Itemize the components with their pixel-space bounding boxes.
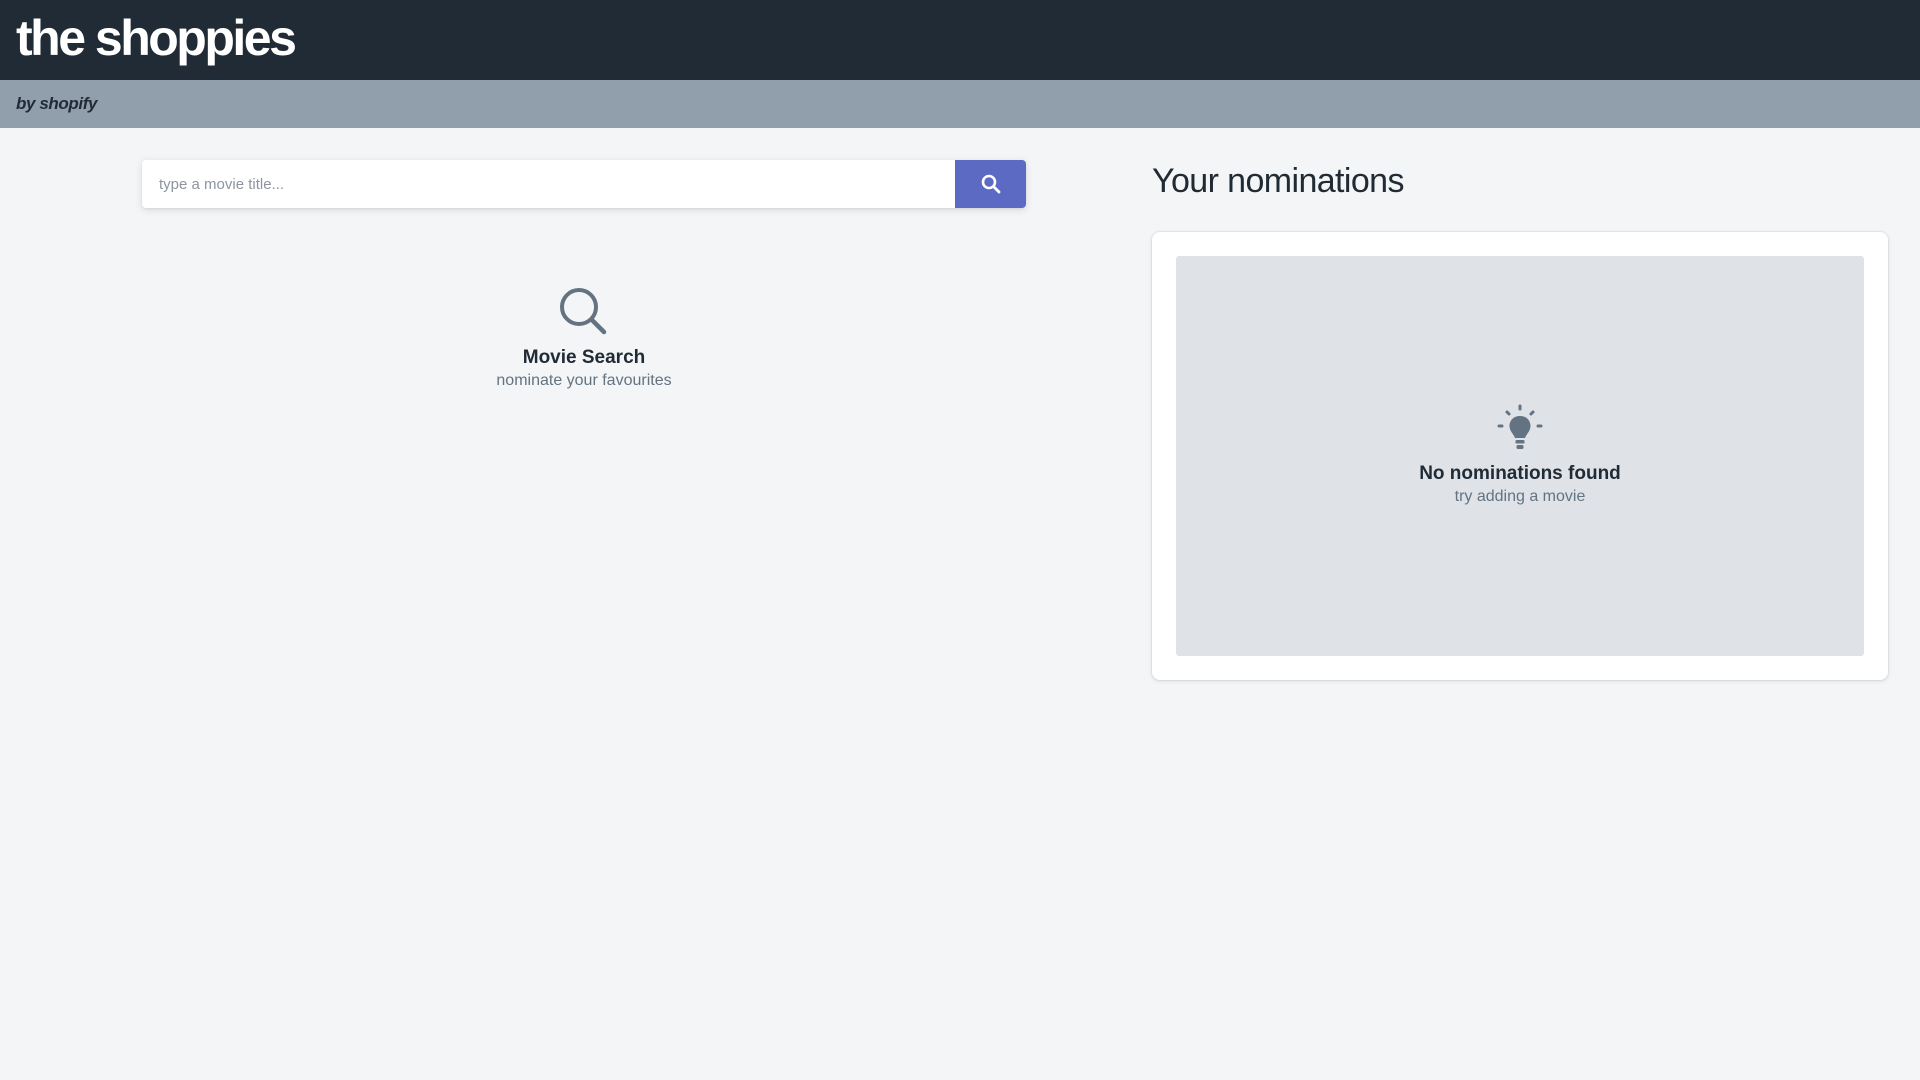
lightbulb-icon xyxy=(1494,404,1546,456)
nominations-empty-subtitle: try adding a movie xyxy=(1454,488,1586,505)
search-button[interactable] xyxy=(955,160,1026,208)
app-title: the shoppies xyxy=(16,10,297,66)
byline: by shopify xyxy=(16,94,98,113)
search-empty-state: Movie Search nominate your favourites xyxy=(384,286,784,392)
search-input[interactable] xyxy=(142,160,955,208)
nominations-heading: Your nominations xyxy=(1152,162,1404,200)
nominations-card: No nominations found try adding a movie xyxy=(1152,232,1888,680)
nominations-empty-state: No nominations found try adding a movie xyxy=(1176,256,1864,656)
search-empty-title: Movie Search xyxy=(522,347,646,368)
search-empty-subtitle: nominate your favourites xyxy=(496,372,672,389)
sub-header: by shopify xyxy=(0,80,1920,128)
magnifier-icon xyxy=(384,286,784,338)
top-header: the shoppies xyxy=(0,0,1920,80)
search-icon xyxy=(980,173,1002,195)
search-bar xyxy=(142,160,1026,208)
nominations-empty-title: No nominations found xyxy=(1419,463,1621,484)
